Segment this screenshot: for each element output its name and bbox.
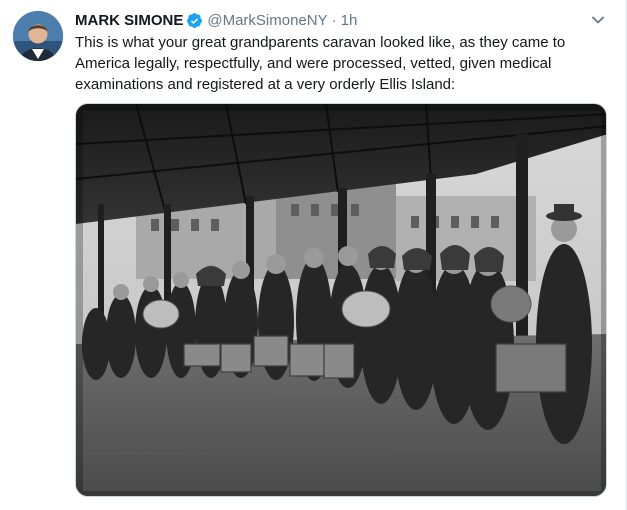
author-handle[interactable]: @MarkSimoneNY [207,12,327,29]
tweet-timestamp[interactable]: 1h [341,12,358,29]
tweet-header: MARK SIMONE @MarkSimoneNY · 1h [75,10,357,30]
avatar[interactable] [13,11,63,61]
tweet: MARK SIMONE @MarkSimoneNY · 1h This is w… [0,0,627,510]
tweet-text: This is what your great grandparents car… [75,34,566,93]
chevron-down-icon[interactable] [590,12,606,28]
verified-badge-icon [186,12,203,29]
tweet-photo[interactable] [75,103,607,497]
separator-dot: · [331,11,337,29]
author-name[interactable]: MARK SIMONE [75,12,183,29]
